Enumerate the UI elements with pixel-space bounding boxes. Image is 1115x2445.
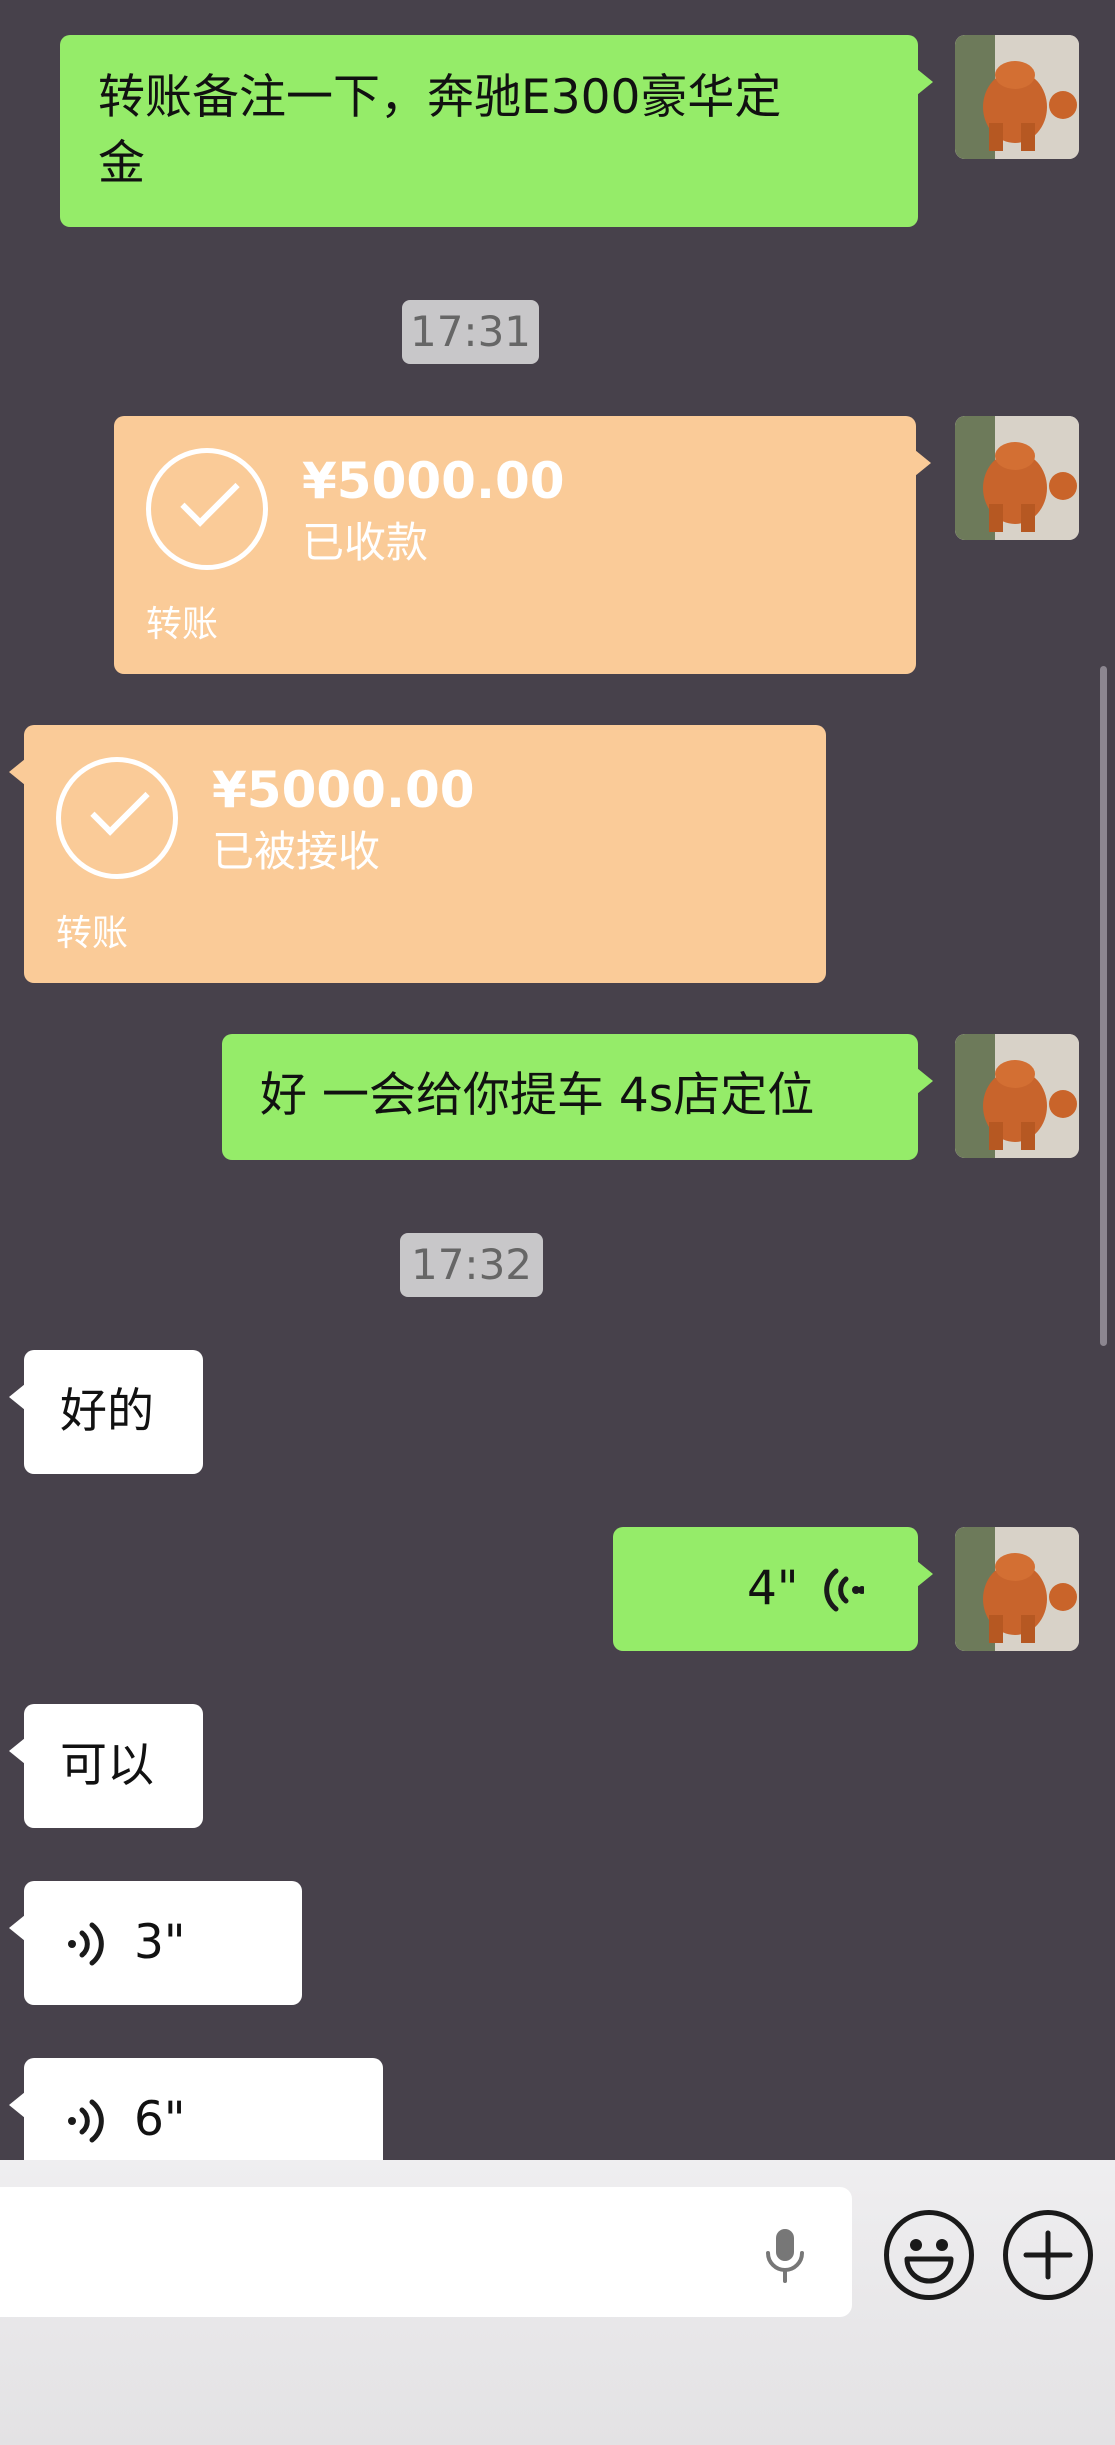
voice-wave-icon: [68, 1922, 104, 1966]
received-message-bubble[interactable]: 好的: [9, 1350, 203, 1474]
my-avatar[interactable]: [955, 416, 1079, 540]
chat-area: 转账备注一下，奔驰E300豪华定 金 17:31 ¥5000.00 已收款 转账: [0, 0, 1115, 2160]
received-voice-message[interactable]: 6": [9, 2058, 383, 2160]
sent-message-bubble[interactable]: 转账备注一下，奔驰E300豪华定 金: [60, 35, 933, 227]
message-text: 好的: [60, 1384, 154, 1439]
microphone-icon[interactable]: [760, 2225, 810, 2285]
voice-duration: 3": [134, 1915, 186, 1970]
transfer-label: 转账: [146, 604, 219, 645]
transfer-card-received[interactable]: ¥5000.00 已被接收 转账: [9, 725, 826, 983]
emoji-button[interactable]: [884, 2210, 974, 2300]
transfer-label: 转账: [56, 913, 129, 954]
voice-duration: 6": [134, 2092, 186, 2147]
timestamp: 17:31: [402, 300, 539, 364]
sent-message-bubble[interactable]: 好 一会给你提车 4s店定位: [222, 1034, 933, 1160]
received-message-bubble[interactable]: 可以: [9, 1704, 203, 1828]
emoji-icon: [904, 2239, 954, 2284]
voice-wave-icon: [68, 2099, 104, 2143]
input-bar: [0, 2160, 1115, 2445]
my-avatar[interactable]: [955, 1527, 1079, 1651]
plus-icon: [1023, 2230, 1073, 2280]
transfer-card-sent[interactable]: ¥5000.00 已收款 转账: [114, 416, 931, 674]
message-text: 好 一会给你提车 4s店定位: [260, 1068, 815, 1123]
check-circle-icon: [146, 448, 268, 570]
message-input[interactable]: [0, 2187, 852, 2317]
sent-voice-message[interactable]: 4": [613, 1527, 933, 1651]
my-avatar[interactable]: [955, 35, 1079, 159]
voice-duration: 4": [747, 1561, 799, 1616]
transfer-status: 已收款: [302, 518, 429, 567]
message-text: 可以: [60, 1738, 154, 1793]
received-voice-message[interactable]: 3": [9, 1881, 302, 2005]
transfer-amount: ¥5000.00: [302, 452, 565, 510]
message-text: 转账备注一下，奔驰E300豪华定 金: [98, 70, 782, 191]
check-circle-icon: [56, 757, 178, 879]
scrollbar[interactable]: [1100, 666, 1107, 1346]
transfer-amount: ¥5000.00: [212, 761, 475, 819]
timestamp: 17:32: [400, 1233, 543, 1297]
voice-wave-icon: [824, 1568, 864, 1612]
plus-button[interactable]: [1003, 2210, 1093, 2300]
transfer-status: 已被接收: [212, 827, 381, 876]
my-avatar[interactable]: [955, 1034, 1079, 1158]
